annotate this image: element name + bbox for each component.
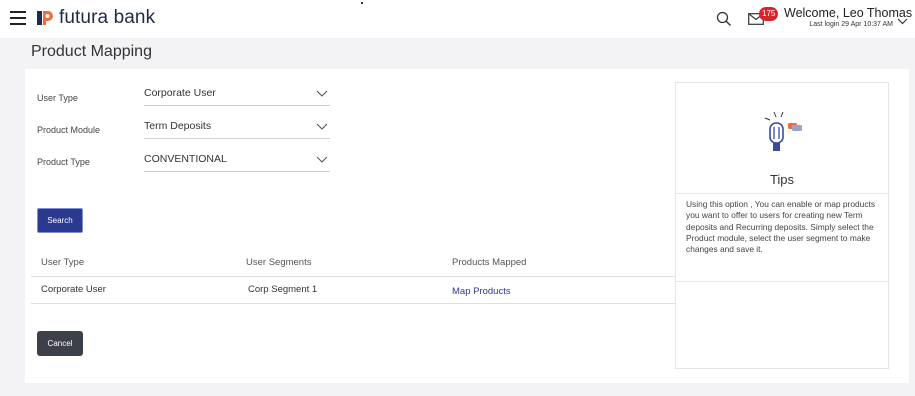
top-header: futura bank 175 Welcome, Leo Thomas Last… [0, 0, 915, 38]
row-user-type: Corporate User [41, 284, 106, 295]
hamburger-menu-icon[interactable] [10, 11, 26, 25]
product-module-select[interactable]: Term Deposits [144, 117, 330, 139]
row-user-segment: Corp Segment 1 [248, 284, 318, 295]
tips-panel: Tips Using this option , You can enable … [675, 82, 889, 369]
column-header-user-segments: User Segments [246, 257, 312, 268]
chevron-down-icon [316, 90, 328, 97]
table-row-divider [31, 303, 677, 304]
column-header-products-mapped: Products Mapped [452, 257, 527, 268]
product-type-value: CONVENTIONAL [144, 153, 227, 165]
last-login-text: Last login 29 Apr 10:37 AM [809, 21, 893, 28]
search-icon[interactable] [716, 11, 732, 27]
chevron-down-icon [316, 123, 328, 130]
table-header-divider [31, 276, 677, 277]
product-type-label: Product Type [37, 157, 90, 167]
user-type-label: User Type [37, 93, 78, 103]
column-header-user-type: User Type [41, 257, 85, 268]
chevron-down-icon[interactable] [897, 12, 908, 25]
user-type-select[interactable]: Corporate User [144, 84, 330, 106]
welcome-text: Welcome, Leo Thomas [784, 6, 913, 20]
futura-logo-icon [34, 7, 56, 29]
brand-logo[interactable]: futura bank [34, 7, 155, 29]
chevron-down-icon [316, 156, 328, 163]
product-module-value: Term Deposits [144, 120, 212, 132]
cancel-button[interactable]: Cancel [37, 331, 83, 356]
user-type-value: Corporate User [144, 87, 216, 99]
lightbulb-icon [762, 109, 806, 161]
tips-divider [676, 193, 888, 194]
header-dot [361, 2, 363, 4]
user-menu[interactable]: Welcome, Leo Thomas Last login 29 Apr 10… [784, 6, 913, 28]
product-type-select[interactable]: CONVENTIONAL [144, 150, 330, 172]
tips-title: Tips [769, 172, 795, 187]
tips-text: Using this option , You can enable or ma… [686, 199, 876, 255]
page-title: Product Mapping [31, 43, 152, 60]
brand-name: futura bank [59, 7, 156, 28]
map-products-link[interactable]: Map Products [452, 286, 511, 297]
tips-divider-bottom [676, 281, 888, 282]
notification-badge[interactable]: 175 [759, 7, 779, 21]
product-module-label: Product Module [37, 125, 101, 135]
search-button[interactable]: Search [37, 208, 83, 233]
